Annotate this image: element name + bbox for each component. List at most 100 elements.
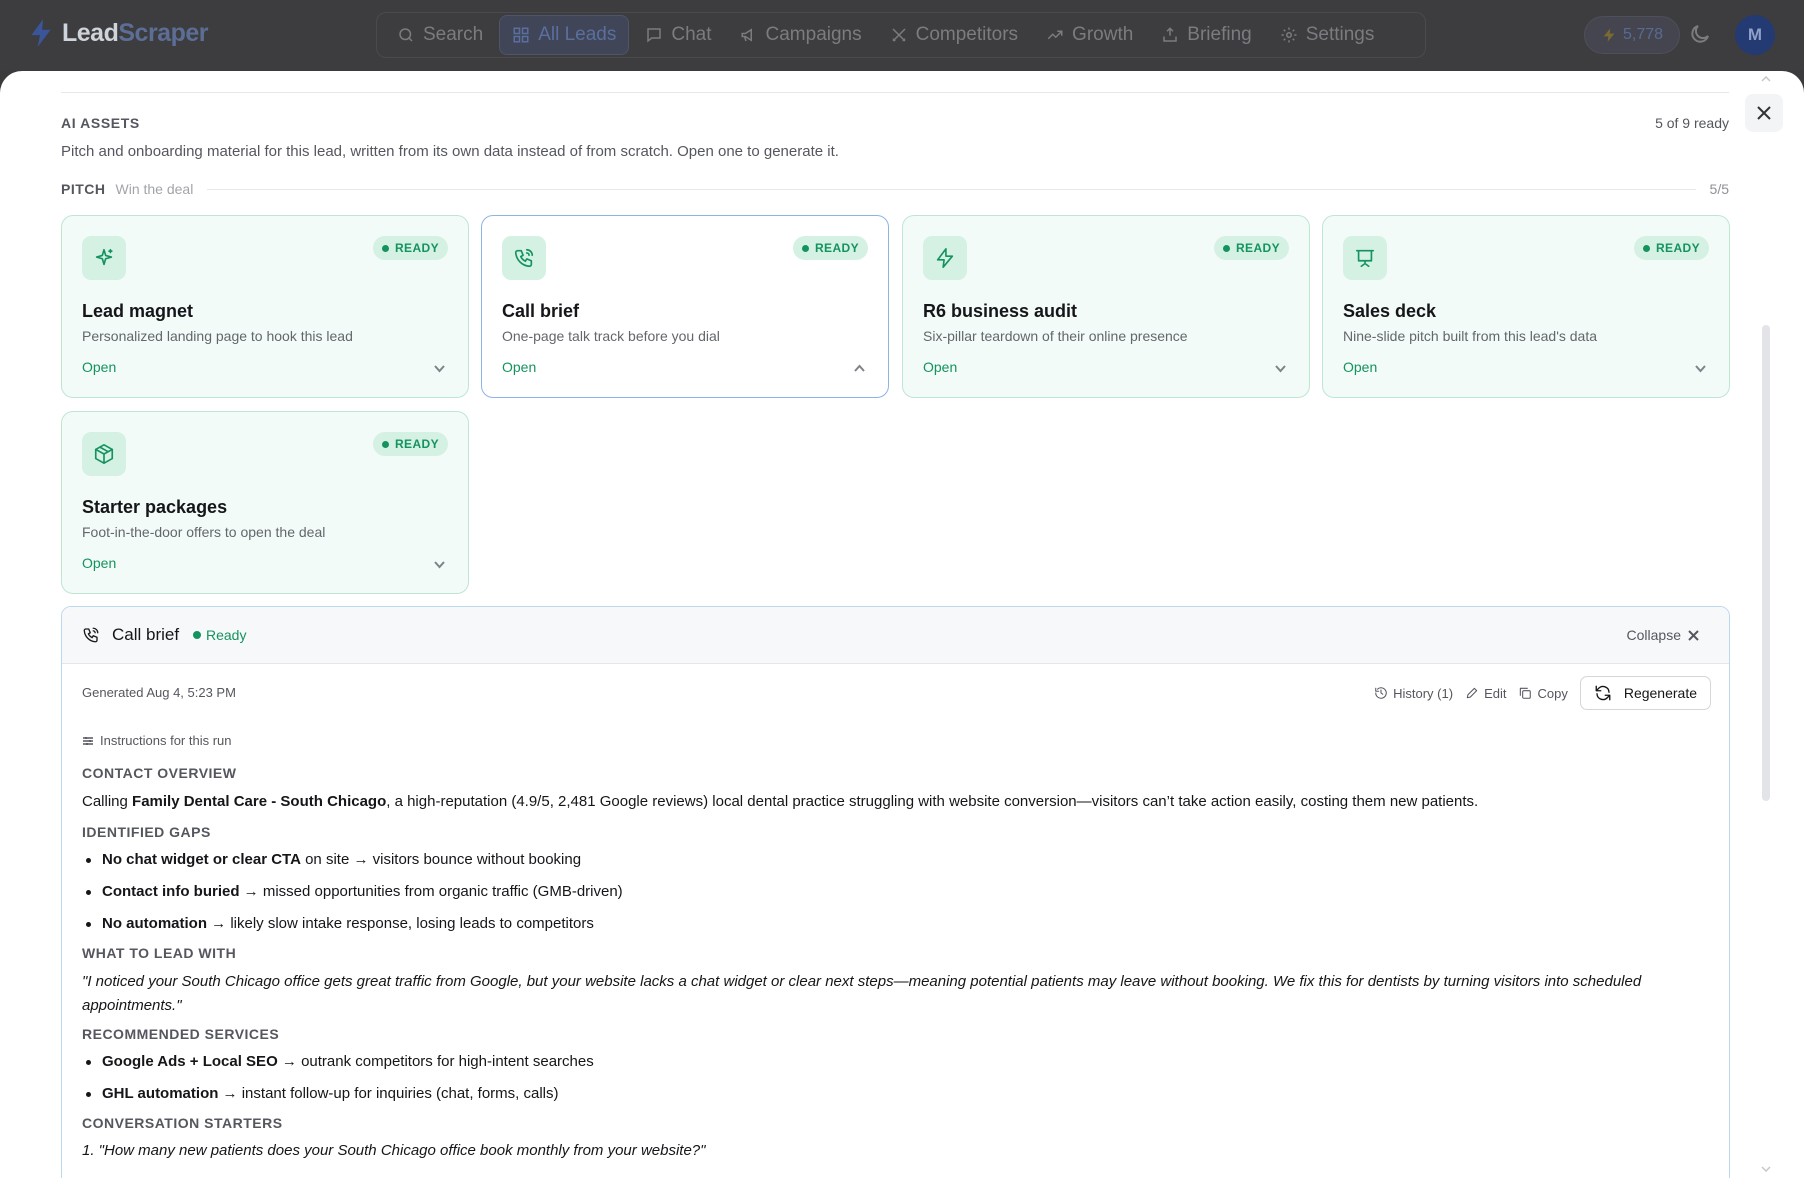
card-title: Lead magnet [82,301,194,321]
list-item: No automation → likely slow intake respo… [82,913,1712,935]
list-item: Google Ads + Local SEO → outrank competi… [82,1051,1712,1073]
list-item: GHL automation → instant follow-up for i… [82,1083,1712,1105]
brand-logo[interactable]: LeadScraper [28,18,208,48]
chevron-down-icon[interactable] [1694,362,1707,375]
chevron-down-icon[interactable] [1274,362,1287,375]
services-heading: RECOMMENDED SERVICES [82,1026,280,1042]
asset-card-r6-audit[interactable]: READY R6 business audit Six-pillar teard… [902,215,1310,398]
instructions-toggle[interactable]: Instructions for this run [82,733,232,748]
close-button[interactable] [1745,94,1783,132]
nav-label: All Leads [538,24,617,45]
gaps-list: No chat widget or clear CTA on site → vi… [82,849,1712,935]
nav-growth[interactable]: Growth [1034,15,1145,55]
history-icon [1375,687,1387,699]
list-item: Contact info buried → missed opportuniti… [82,881,1712,903]
bolt-icon [1603,28,1615,42]
panel-title: Call brief [112,625,180,644]
open-link[interactable]: Open [502,359,536,375]
open-link[interactable]: Open [923,359,957,375]
presentation-icon [1343,236,1387,280]
ready-badge: READY [1213,236,1289,260]
starters-heading: CONVERSATION STARTERS [82,1115,283,1131]
card-title: Sales deck [1343,301,1437,321]
collapse-label: Collapse [1626,627,1681,643]
lead-modal: AI ASSETS 5 of 9 ready Pitch and onboard… [0,71,1804,1178]
status-badge: Ready [193,627,246,643]
nav-briefing[interactable]: Briefing [1149,15,1263,55]
main-nav: Search All Leads Chat Campaigns Competit… [376,12,1426,58]
close-icon [1757,106,1771,120]
nav-label: Chat [671,24,712,45]
lead-heading: WHAT TO LEAD WITH [82,945,237,961]
nav-chat[interactable]: Chat [633,15,723,55]
asset-card-call-brief[interactable]: READY Call brief One-page talk track bef… [481,215,889,398]
chevron-down-icon[interactable] [433,558,446,571]
credits-badge[interactable]: 5,778 [1584,16,1681,54]
nav-all-leads[interactable]: All Leads [499,15,630,55]
open-link[interactable]: Open [82,359,116,375]
card-description: Nine-slide pitch built from this lead's … [1343,328,1598,344]
asset-card-sales-deck[interactable]: READY Sales deck Nine-slide pitch built … [1322,215,1730,398]
moon-icon[interactable] [1688,22,1712,46]
search-icon [399,28,413,42]
close-icon [1688,629,1699,641]
phone-icon [82,626,100,644]
nav-label: Search [423,24,484,45]
nav-label: Competitors [915,24,1019,45]
group-name: PITCH [61,181,106,197]
nav-label: Settings [1305,24,1375,45]
asset-card-lead-magnet[interactable]: READY Lead magnet Personalized landing p… [61,215,469,398]
nav-search[interactable]: Search [385,15,495,55]
group-count: 5/5 [1709,181,1729,197]
scrollbar-thumb[interactable] [1762,325,1770,801]
scroll-down-arrow-icon[interactable] [1761,1166,1771,1172]
chevron-down-icon[interactable] [433,362,446,375]
nav-competitors[interactable]: Competitors [878,15,1030,55]
grid-icon [513,27,529,43]
group-subtitle: Win the deal [115,181,194,197]
card-title: Starter packages [82,497,228,517]
list-item: 1. "How many new patients does your Sout… [82,1142,706,1159]
ready-badge: READY [1633,236,1709,260]
sliders-icon [83,736,93,745]
card-description: Personalized landing page to hook this l… [82,328,353,344]
open-link[interactable]: Open [82,555,116,571]
copy-icon [1520,687,1532,699]
chevron-up-icon[interactable] [853,362,866,375]
card-description: Foot-in-the-door offers to open the deal [82,524,326,540]
open-link[interactable]: Open [1343,359,1377,375]
card-description: One-page talk track before you dial [502,328,720,344]
pencil-icon [1466,687,1478,699]
contact-heading: CONTACT OVERVIEW [82,765,237,781]
avatar[interactable]: M [1735,15,1775,55]
lead-quote: "I noticed your South Chicago office get… [82,973,1642,1014]
brief-content: CONTACT OVERVIEW Calling Family Dental C… [82,765,1712,1162]
nav-label: Growth [1072,24,1134,45]
scroll-up-arrow-icon[interactable] [1761,76,1771,82]
group-header: PITCH Win the deal 5/5 [61,179,1729,199]
nav-campaigns[interactable]: Campaigns [728,15,874,55]
services-list: Google Ads + Local SEO → outrank competi… [82,1051,1712,1105]
edit-button[interactable]: Edit [1465,686,1506,701]
nav-settings[interactable]: Settings [1268,15,1387,55]
credits-count: 5,778 [1623,26,1664,43]
asset-card-starter-packages[interactable]: READY Starter packages Foot-in-the-door … [61,411,469,594]
brand-name-part1: Lead [62,18,119,47]
sparkle-icon [82,236,126,280]
bolt-logo-icon [31,19,51,47]
gear-icon [1281,27,1297,43]
copy-button[interactable]: Copy [1518,686,1568,701]
contact-overview: Calling Family Dental Care - South Chica… [82,793,1479,810]
starters-list: 1. "How many new patients does your Sout… [82,1140,1712,1162]
section-title: AI ASSETS [61,115,140,131]
refresh-icon [1595,685,1611,701]
card-title: R6 business audit [923,301,1078,321]
package-icon [82,432,126,476]
megaphone-icon [741,28,752,42]
collapse-button[interactable]: Collapse [1627,627,1699,643]
call-brief-panel: Call brief Ready Collapse Generated Aug … [61,606,1730,1178]
card-description: Six-pillar teardown of their online pres… [923,328,1188,344]
ready-count: 5 of 9 ready [1655,115,1729,131]
regenerate-button[interactable]: Regenerate [1579,676,1711,710]
history-button[interactable]: History (1) [1374,686,1453,701]
